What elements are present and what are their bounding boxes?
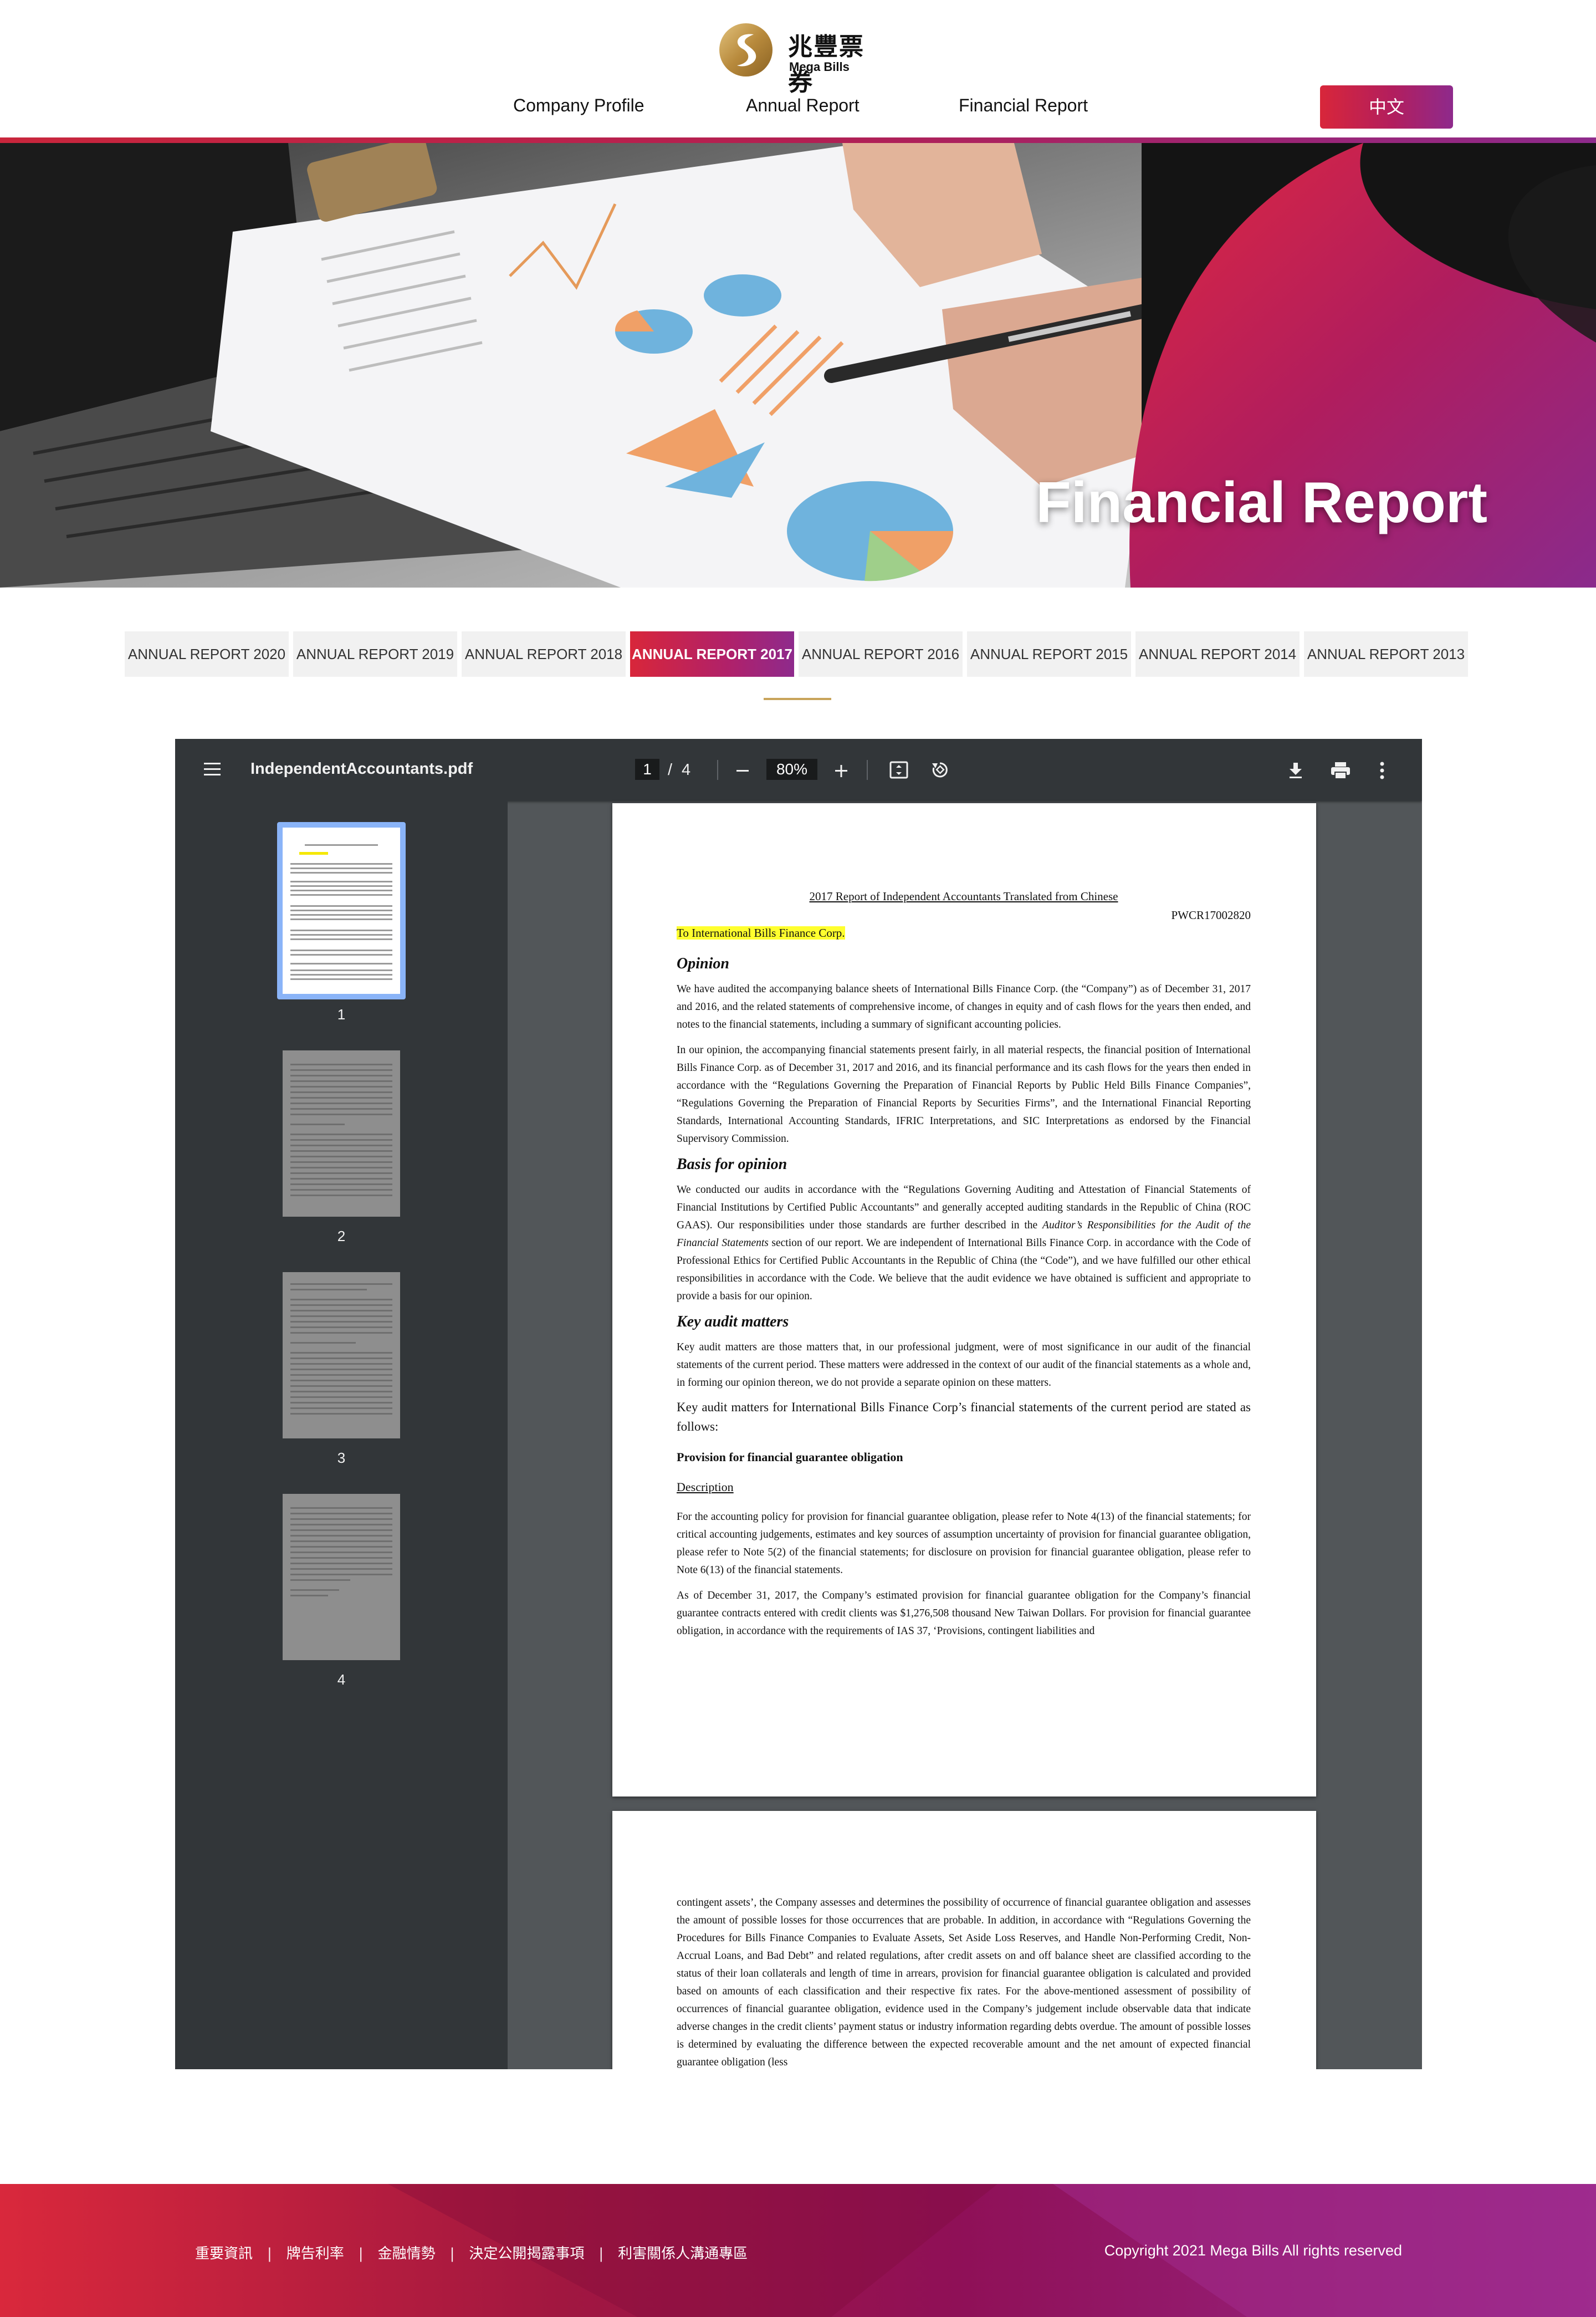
- page-thumbnail-2[interactable]: [283, 1050, 400, 1217]
- nav-annual-report[interactable]: Annual Report: [746, 95, 860, 116]
- key-audit-matters-heading: Key audit matters: [677, 1313, 789, 1330]
- basis-heading: Basis for opinion: [677, 1156, 787, 1173]
- provision-heading: Provision for financial guarantee obliga…: [677, 1450, 903, 1464]
- tab-annual-report-2015[interactable]: ANNUAL REPORT 2015: [967, 631, 1131, 677]
- print-icon[interactable]: [1330, 761, 1351, 780]
- page-thumbnail-3[interactable]: [283, 1272, 400, 1438]
- zoom-level-input[interactable]: 80%: [766, 759, 817, 780]
- toolbar-divider: [867, 760, 868, 780]
- description-paragraph-1: For the accounting policy for provision …: [677, 1511, 1251, 1576]
- addressee: To International Bills Finance Corp.: [677, 926, 845, 940]
- opinion-paragraph-1: We have audited the accompanying balance…: [677, 983, 1251, 1030]
- section-accent-line: [764, 698, 831, 700]
- zoom-in-icon[interactable]: [833, 763, 849, 779]
- tab-annual-report-2019[interactable]: ANNUAL REPORT 2019: [293, 631, 457, 677]
- page-thumbnail-1[interactable]: [277, 822, 406, 999]
- thumbnail-sidebar: 1 2 3 4: [175, 801, 508, 2069]
- description-paragraph-2: As of December 31, 2017, the Company’s e…: [677, 1590, 1251, 1637]
- site-header: 兆豐票券 Mega Bills Company Profile Annual R…: [0, 0, 1596, 139]
- footer-link-stakeholder-communication[interactable]: 利害關係人溝通專區: [618, 2245, 748, 2262]
- nav-financial-report[interactable]: Financial Report: [959, 95, 1088, 116]
- copyright-notice: Copyright 2021 Mega Bills All rights res…: [1104, 2242, 1402, 2259]
- thumbnail-label-4: 4: [337, 1671, 346, 1688]
- tab-annual-report-2014[interactable]: ANNUAL REPORT 2014: [1135, 631, 1300, 677]
- pdf-toolbar: IndependentAccountants.pdf 1 / 4 80%: [175, 739, 1422, 801]
- opinion-paragraph-2: In our opinion, the accompanying financi…: [677, 1044, 1251, 1145]
- tab-annual-report-2018[interactable]: ANNUAL REPORT 2018: [462, 631, 626, 677]
- zoom-out-icon[interactable]: [735, 763, 750, 779]
- total-pages: 4: [682, 761, 691, 779]
- pdf-viewer[interactable]: IndependentAccountants.pdf 1 / 4 80% 1 2…: [175, 739, 1422, 2069]
- tab-annual-report-2020[interactable]: ANNUAL REPORT 2020: [125, 631, 289, 677]
- page-thumbnail-4[interactable]: [283, 1494, 400, 1660]
- document-reference: PWCR17002820: [1171, 909, 1251, 922]
- footer-link-financial-situation[interactable]: 金融情勢: [378, 2245, 436, 2262]
- fit-page-icon[interactable]: [889, 760, 909, 780]
- logo-mark-icon: [719, 23, 773, 76]
- opinion-heading: Opinion: [677, 955, 729, 972]
- header-divider: [0, 137, 1596, 143]
- thumbnail-label-1: 1: [337, 1006, 346, 1023]
- toolbar-divider: [717, 760, 718, 780]
- thumbnail-label-3: 3: [337, 1450, 346, 1466]
- footer-link-public-disclosure[interactable]: 決定公開揭露事項: [469, 2245, 584, 2262]
- tab-annual-report-2016[interactable]: ANNUAL REPORT 2016: [799, 631, 963, 677]
- description-heading: Description: [677, 1480, 734, 1494]
- basis-paragraph: We conducted our audits in accordance wi…: [677, 1184, 1251, 1302]
- mega-bills-logo[interactable]: 兆豐票券 Mega Bills: [718, 22, 884, 96]
- pdf-page-2: contingent assets’, the Company assesses…: [612, 1811, 1316, 2069]
- kam-paragraph-2: Key audit matters for International Bill…: [677, 1400, 1251, 1433]
- logo-english-name: Mega Bills: [789, 60, 850, 74]
- pdf-page-1: 2017 Report of Independent Accountants T…: [612, 803, 1316, 1797]
- download-icon[interactable]: [1287, 761, 1305, 780]
- thumbnail-label-2: 2: [337, 1228, 346, 1244]
- document-title: 2017 Report of Independent Accountants T…: [809, 890, 1118, 903]
- language-toggle-button[interactable]: 中文: [1320, 85, 1453, 129]
- hero-title: Financial Report: [1036, 471, 1487, 535]
- page-number-input[interactable]: 1: [635, 759, 659, 780]
- page-2-paragraph-1: contingent assets’, the Company assesses…: [677, 1897, 1251, 2068]
- footer-links: 重要資訊 | 牌告利率 | 金融情勢 | 決定公開揭露事項 | 利害關係人溝通專區: [195, 2245, 748, 2262]
- more-icon[interactable]: [1379, 761, 1385, 780]
- page-1-content: 2017 Report of Independent Accountants T…: [677, 887, 1251, 1640]
- site-footer: 重要資訊 | 牌告利率 | 金融情勢 | 決定公開揭露事項 | 利害關係人溝通專區 Copyri…: [0, 2184, 1596, 2317]
- page-separator: /: [668, 761, 673, 779]
- hero-banner: Financial Report: [0, 143, 1596, 588]
- page-2-content: contingent assets’, the Company assesses…: [677, 1894, 1251, 2069]
- kam-paragraph-1: Key audit matters are those matters that…: [677, 1341, 1251, 1389]
- tab-annual-report-2013[interactable]: ANNUAL REPORT 2013: [1304, 631, 1468, 677]
- pdf-filename: IndependentAccountants.pdf: [250, 760, 473, 778]
- menu-icon[interactable]: [203, 761, 222, 778]
- footer-link-important-info[interactable]: 重要資訊: [195, 2245, 253, 2262]
- rotate-icon[interactable]: [930, 760, 950, 780]
- nav-company-profile[interactable]: Company Profile: [513, 95, 644, 116]
- tab-annual-report-2017[interactable]: ANNUAL REPORT 2017: [630, 631, 794, 677]
- footer-link-interest-rates[interactable]: 牌告利率: [287, 2245, 344, 2262]
